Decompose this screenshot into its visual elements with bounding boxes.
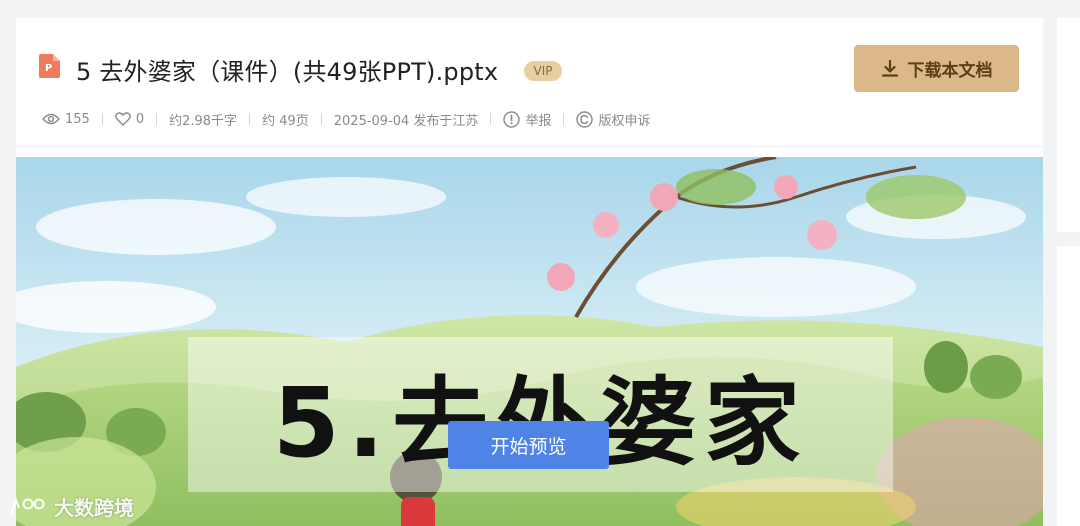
document-meta: 155 0 约2.98千字 约 49页 2025-09-04 发布于江苏 举报 … — [42, 109, 650, 129]
publish-info-value: 2025-09-04 发布于江苏 — [333, 113, 479, 129]
document-card: P 5 去外婆家（课件）(共49张PPT).pptx VIP 下载本文档 155 — [16, 18, 1043, 526]
copyright-icon — [576, 110, 594, 128]
meta-divider — [249, 113, 251, 125]
views-value: 155 — [65, 111, 90, 127]
publish-info: 2025-09-04 发布于江苏 — [334, 110, 479, 129]
vip-badge: VIP — [524, 61, 562, 81]
views-count: 155 — [42, 112, 90, 127]
meta-divider — [320, 113, 322, 125]
exclamation-circle-icon — [503, 110, 521, 128]
download-icon — [881, 59, 898, 77]
word-count-value: 约2.98千字 — [169, 113, 238, 129]
copyright-label: 版权申诉 — [598, 113, 651, 129]
ppt-file-icon: P — [39, 54, 60, 78]
meta-divider — [101, 113, 103, 125]
watermark-logo-icon — [10, 496, 45, 514]
copyright-link[interactable]: 版权申诉 — [576, 110, 650, 129]
report-link[interactable]: 举报 — [503, 110, 551, 129]
meta-divider — [156, 113, 158, 125]
right-panel-bottom — [1057, 246, 1080, 526]
right-panel-top — [1057, 18, 1080, 232]
likes-value: 0 — [135, 111, 145, 127]
likes-count[interactable]: 0 — [114, 111, 145, 127]
start-preview-button[interactable]: 开始预览 — [448, 421, 609, 469]
download-label: 下载本文档 — [907, 61, 993, 81]
report-label: 举报 — [525, 113, 552, 129]
download-button[interactable]: 下载本文档 — [854, 45, 1019, 92]
watermark-text: 大数跨境 — [54, 496, 134, 520]
page-count: 约 49页 — [262, 110, 309, 129]
meta-divider — [490, 113, 492, 125]
page-count-value: 约 49页 — [262, 113, 309, 129]
document-header: P 5 去外婆家（课件）(共49张PPT).pptx VIP 下载本文档 155 — [16, 18, 1043, 147]
word-count: 约2.98千字 — [169, 110, 237, 129]
eye-icon — [42, 113, 60, 125]
svg-text:P: P — [45, 63, 52, 74]
meta-divider — [563, 113, 565, 125]
watermark: 大数跨境 — [8, 492, 134, 521]
document-title: 5 去外婆家（课件）(共49张PPT).pptx — [76, 58, 499, 86]
slide-preview[interactable]: 5.去外婆家 开始预览 — [16, 157, 1043, 526]
heart-icon — [114, 112, 131, 126]
